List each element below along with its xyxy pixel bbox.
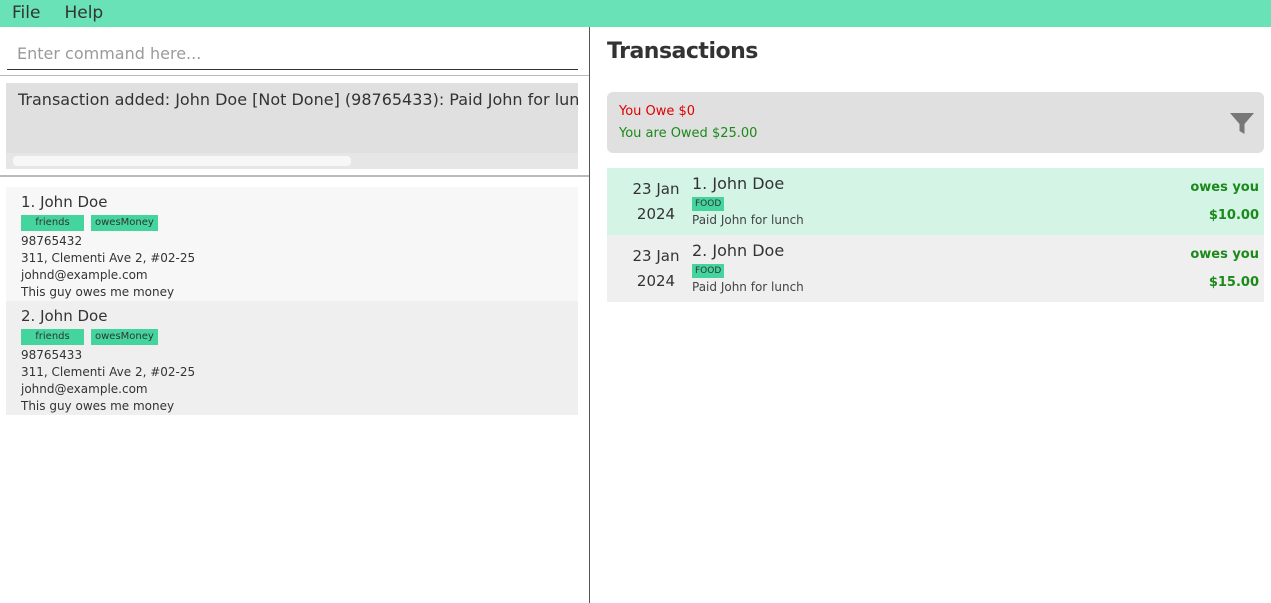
- transaction-status: owes you: [1190, 247, 1259, 262]
- person-phone: 98765433: [21, 348, 83, 362]
- scrollbar-thumb[interactable]: [13, 156, 351, 166]
- tag-badge: friends: [21, 329, 84, 345]
- transaction-status: owes you: [1190, 180, 1259, 195]
- menu-bar: File Help: [0, 0, 1271, 27]
- menu-file[interactable]: File: [0, 0, 52, 27]
- transaction-row[interactable]: 23 Jan 2024 2. John Doe FOOD Paid John f…: [607, 235, 1264, 302]
- transaction-date: 23 Jan 2024: [625, 244, 687, 294]
- you-are-owed-text: You are Owed $25.00: [619, 126, 758, 141]
- tag-badge: owesMoney: [91, 329, 158, 345]
- person-list: 1. John Doe friends owesMoney 98765432 3…: [6, 187, 578, 415]
- transaction-person: 2. John Doe: [692, 241, 785, 260]
- person-name: 1. John Doe: [21, 193, 108, 211]
- filter-icon[interactable]: [1228, 109, 1256, 137]
- transaction-description: Paid John for lunch: [692, 213, 804, 227]
- menu-help[interactable]: Help: [52, 0, 115, 27]
- transaction-person: 1. John Doe: [692, 174, 785, 193]
- person-tags: friends owesMoney: [21, 215, 563, 231]
- person-email: johnd@example.com: [21, 268, 148, 282]
- category-badge: FOOD: [692, 197, 725, 211]
- command-input[interactable]: [7, 37, 578, 69]
- tag-badge: friends: [21, 215, 84, 231]
- transaction-date: 23 Jan 2024: [625, 177, 687, 227]
- person-address: 311, Clementi Ave 2, #02-25: [21, 365, 196, 379]
- person-phone: 98765432: [21, 234, 83, 248]
- transaction-amount: $15.00: [1208, 275, 1259, 290]
- person-card[interactable]: 1. John Doe friends owesMoney 98765432 3…: [6, 187, 578, 301]
- result-display: Transaction added: John Doe [Not Done] (…: [6, 83, 578, 169]
- person-name: 2. John Doe: [21, 307, 108, 325]
- transaction-date-day: 23 Jan: [632, 247, 680, 265]
- person-email: johnd@example.com: [21, 382, 148, 396]
- transaction-date-year: 2024: [636, 272, 676, 290]
- command-box: [7, 37, 578, 70]
- transaction-list: 23 Jan 2024 1. John Doe FOOD Paid John f…: [607, 168, 1264, 302]
- separator: [0, 75, 589, 76]
- person-address: 311, Clementi Ave 2, #02-25: [21, 251, 196, 265]
- transaction-description: Paid John for lunch: [692, 280, 804, 294]
- transaction-amount: $10.00: [1208, 208, 1259, 223]
- person-remark: This guy owes me money: [21, 285, 175, 299]
- person-remark: This guy owes me money: [21, 399, 175, 413]
- balance-summary: You Owe $0 You are Owed $25.00: [607, 92, 1264, 153]
- transaction-date-year: 2024: [636, 205, 676, 223]
- transaction-row[interactable]: 23 Jan 2024 1. John Doe FOOD Paid John f…: [607, 168, 1264, 235]
- person-tags: friends owesMoney: [21, 329, 563, 345]
- transactions-title: Transactions: [607, 39, 758, 64]
- tag-badge: owesMoney: [91, 215, 158, 231]
- you-owe-text: You Owe $0: [619, 104, 696, 119]
- transactions-pane: Transactions You Owe $0 You are Owed $25…: [590, 27, 1271, 603]
- separator: [0, 175, 589, 177]
- category-badge: FOOD: [692, 264, 725, 278]
- transaction-date-day: 23 Jan: [632, 180, 680, 198]
- result-text: Transaction added: John Doe [Not Done] (…: [18, 90, 578, 109]
- left-pane: Transaction added: John Doe [Not Done] (…: [0, 27, 589, 603]
- horizontal-scrollbar[interactable]: [6, 153, 578, 169]
- person-card[interactable]: 2. John Doe friends owesMoney 98765433 3…: [6, 301, 578, 415]
